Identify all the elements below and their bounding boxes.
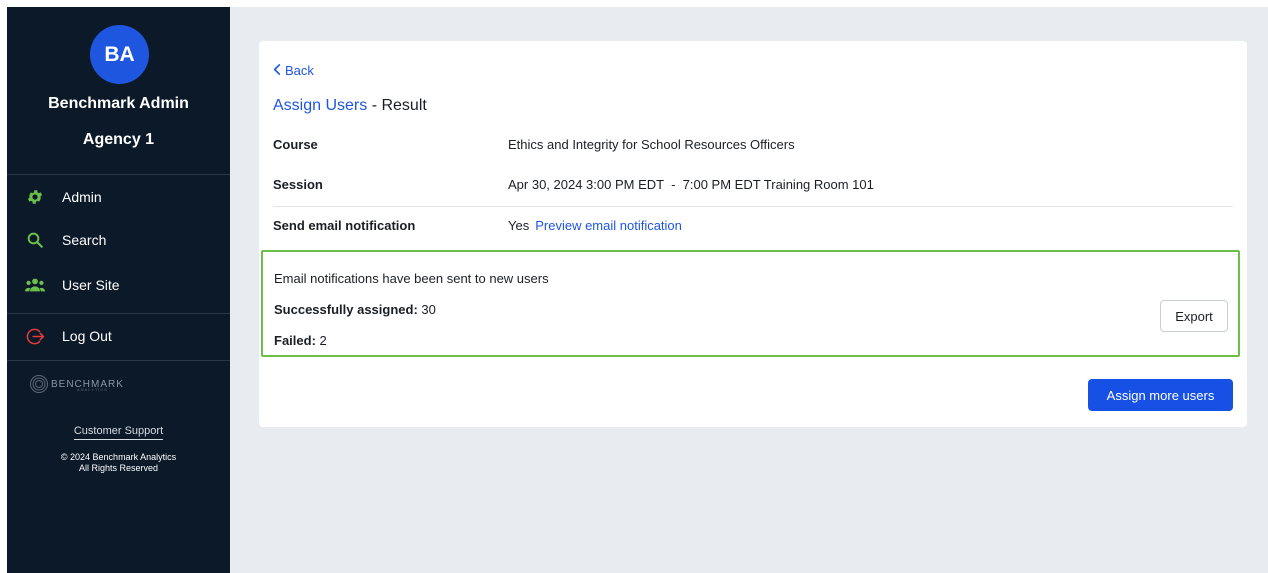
- success-label: Successfully assigned:: [274, 302, 418, 317]
- gear-icon: [25, 187, 45, 207]
- details-divider: [273, 206, 1233, 207]
- sidebar-item-logout[interactable]: Log Out: [25, 326, 112, 346]
- page-title-suffix: - Result: [367, 97, 427, 114]
- back-label: Back: [285, 63, 314, 78]
- benchmark-logo-icon: [30, 375, 48, 393]
- avatar[interactable]: BA: [90, 25, 149, 84]
- sidebar-item-admin[interactable]: Admin: [25, 187, 102, 207]
- export-button[interactable]: Export: [1160, 300, 1228, 332]
- chevron-left-icon: [273, 63, 281, 78]
- sidebar-item-search[interactable]: Search: [25, 230, 106, 250]
- page-title: Assign Users - Result: [273, 97, 427, 115]
- sidebar-item-label: Log Out: [62, 328, 112, 344]
- benchmark-logo: BENCHMARK ANALYTICS: [29, 374, 124, 394]
- result-summary-box: Email notifications have been sent to ne…: [261, 250, 1240, 357]
- course-value: Ethics and Integrity for School Resource…: [508, 137, 795, 152]
- sidebar-divider: [7, 174, 230, 175]
- failed-label: Failed:: [274, 333, 316, 348]
- sidebar-item-label: User Site: [62, 277, 120, 293]
- result-card: Back Assign Users - Result Course Ethics…: [259, 41, 1247, 427]
- success-count: 30: [421, 302, 436, 317]
- logout-icon: [25, 326, 45, 346]
- customer-support-link[interactable]: Customer Support: [73, 425, 164, 440]
- failed-count: 2: [319, 333, 327, 348]
- sidebar-item-user-site[interactable]: User Site: [25, 275, 120, 295]
- course-label: Course: [273, 137, 318, 152]
- copyright-line: All Rights Reserved: [78, 463, 159, 473]
- copyright-line: © 2024 Benchmark Analytics: [60, 452, 177, 462]
- customer-support: Customer Support: [7, 425, 230, 440]
- result-message: Email notifications have been sent to ne…: [274, 271, 549, 286]
- search-icon: [25, 230, 45, 250]
- sidebar-divider: [7, 360, 230, 361]
- main-content: Back Assign Users - Result Course Ethics…: [230, 7, 1268, 573]
- email-notification-value: Yes Preview email notification: [508, 218, 682, 233]
- preview-email-link[interactable]: Preview email notification: [535, 218, 682, 233]
- session-label: Session: [273, 177, 323, 192]
- failed-count-line: Failed: 2: [274, 333, 327, 348]
- logo-subtext: ANALYTICS: [77, 387, 108, 392]
- assign-more-users-button[interactable]: Assign more users: [1088, 379, 1233, 411]
- user-name: Benchmark Admin: [48, 95, 189, 112]
- breadcrumb-assign-users[interactable]: Assign Users: [273, 97, 367, 114]
- agency-name: Agency 1: [82, 131, 155, 148]
- success-count-line: Successfully assigned: 30: [274, 302, 436, 317]
- session-value: Apr 30, 2024 3:00 PM EDT - 7:00 PM EDT T…: [508, 177, 874, 192]
- app-window: BA Benchmark Admin Agency 1 Admin Search: [7, 7, 1268, 573]
- copyright: © 2024 Benchmark Analytics All Rights Re…: [7, 452, 230, 474]
- sidebar-item-label: Search: [62, 232, 107, 248]
- sidebar: BA Benchmark Admin Agency 1 Admin Search: [7, 7, 230, 573]
- email-notification-status: Yes: [508, 218, 530, 233]
- back-link[interactable]: Back: [273, 63, 314, 78]
- users-icon: [25, 275, 45, 295]
- email-notification-label: Send email notification: [273, 218, 416, 233]
- sidebar-item-label: Admin: [62, 189, 102, 205]
- sidebar-divider: [7, 313, 230, 314]
